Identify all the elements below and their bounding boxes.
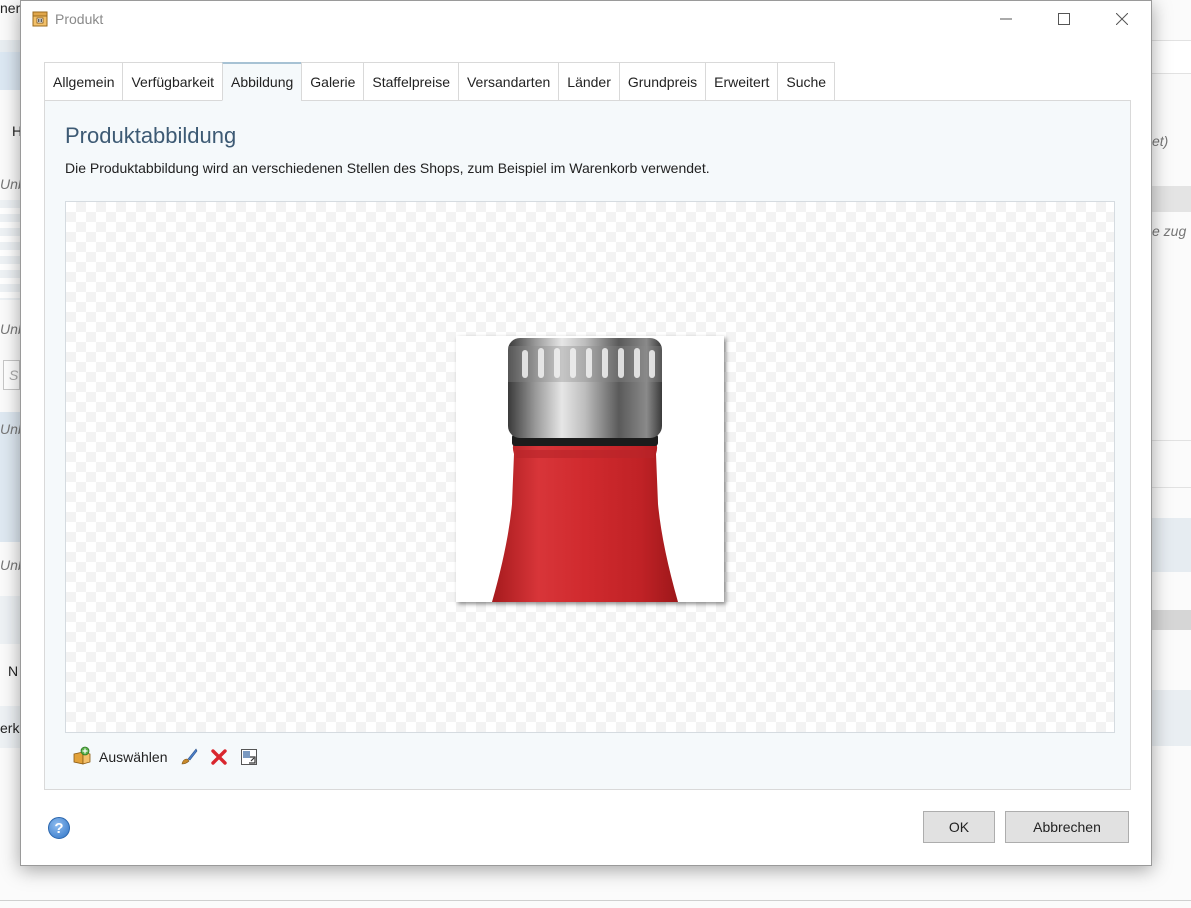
- title-bar[interactable]: Produkt: [21, 1, 1151, 37]
- bg-label: e zug: [1152, 223, 1187, 239]
- bg-strip: [0, 52, 20, 90]
- product-image: [456, 336, 724, 602]
- bg-strip: [1152, 518, 1191, 572]
- tab-versandarten[interactable]: Versandarten: [457, 62, 559, 101]
- tab-grundpreis[interactable]: Grundpreis: [618, 62, 706, 101]
- tab-staffelpreise[interactable]: Staffelpreise: [363, 62, 458, 101]
- close-button[interactable]: [1093, 1, 1151, 37]
- tab-abbildung[interactable]: Abbildung: [221, 62, 302, 101]
- tab-laender[interactable]: Länder: [558, 62, 619, 101]
- image-properties-icon[interactable]: [240, 748, 258, 766]
- tab-allgemein[interactable]: Allgemein: [44, 62, 123, 101]
- image-preview-area[interactable]: [65, 201, 1115, 733]
- tab-erweitert[interactable]: Erweitert: [705, 62, 778, 101]
- panel-title: Produktabbildung: [65, 123, 237, 148]
- bg-divider: [0, 900, 1191, 901]
- bg-strip: [1152, 690, 1191, 746]
- select-image-button[interactable]: Auswählen: [71, 745, 168, 770]
- tab-bar: Allgemein Verfügbarkeit Abbildung Galeri…: [44, 62, 836, 101]
- bg-strip: [1152, 186, 1191, 212]
- maximize-icon: [1058, 13, 1070, 25]
- cancel-button[interactable]: Abbrechen: [1005, 811, 1129, 843]
- product-dialog: Produkt Allgemein Verfügbarkeit Abbildun…: [20, 0, 1152, 866]
- bg-search-field: S: [3, 360, 20, 390]
- maximize-button[interactable]: [1035, 1, 1093, 37]
- minimize-icon: [1000, 18, 1012, 20]
- minimize-button[interactable]: [977, 1, 1035, 37]
- image-toolbar: Auswählen: [71, 745, 258, 769]
- help-icon[interactable]: ?: [48, 817, 70, 839]
- edit-brush-icon[interactable]: [180, 748, 198, 766]
- window-title: Produkt: [55, 11, 104, 27]
- bg-label: N: [8, 663, 19, 679]
- bg-strip: [1152, 40, 1191, 74]
- bg-label: S: [9, 367, 19, 383]
- bg-label: ner: [0, 0, 21, 16]
- bg-label: et): [1152, 133, 1169, 149]
- bg-strip: [0, 596, 20, 644]
- bg-strip: [1152, 440, 1191, 488]
- ok-button[interactable]: OK: [923, 811, 995, 843]
- close-icon: [1116, 13, 1128, 25]
- panel-description: Die Produktabbildung wird an verschieden…: [65, 160, 710, 176]
- tab-galerie[interactable]: Galerie: [301, 62, 364, 101]
- bg-list: [0, 200, 20, 300]
- tab-suche[interactable]: Suche: [777, 62, 836, 101]
- tab-panel-abbildung: Produktabbildung Die Produktabbildung wi…: [44, 100, 1131, 790]
- delete-icon[interactable]: [210, 748, 228, 766]
- tab-verfuegbarkeit[interactable]: Verfügbarkeit: [122, 62, 222, 101]
- product-box-icon: [32, 11, 48, 27]
- select-image-icon: [71, 745, 93, 770]
- bg-strip: [1152, 610, 1191, 630]
- select-image-label: Auswählen: [99, 749, 168, 765]
